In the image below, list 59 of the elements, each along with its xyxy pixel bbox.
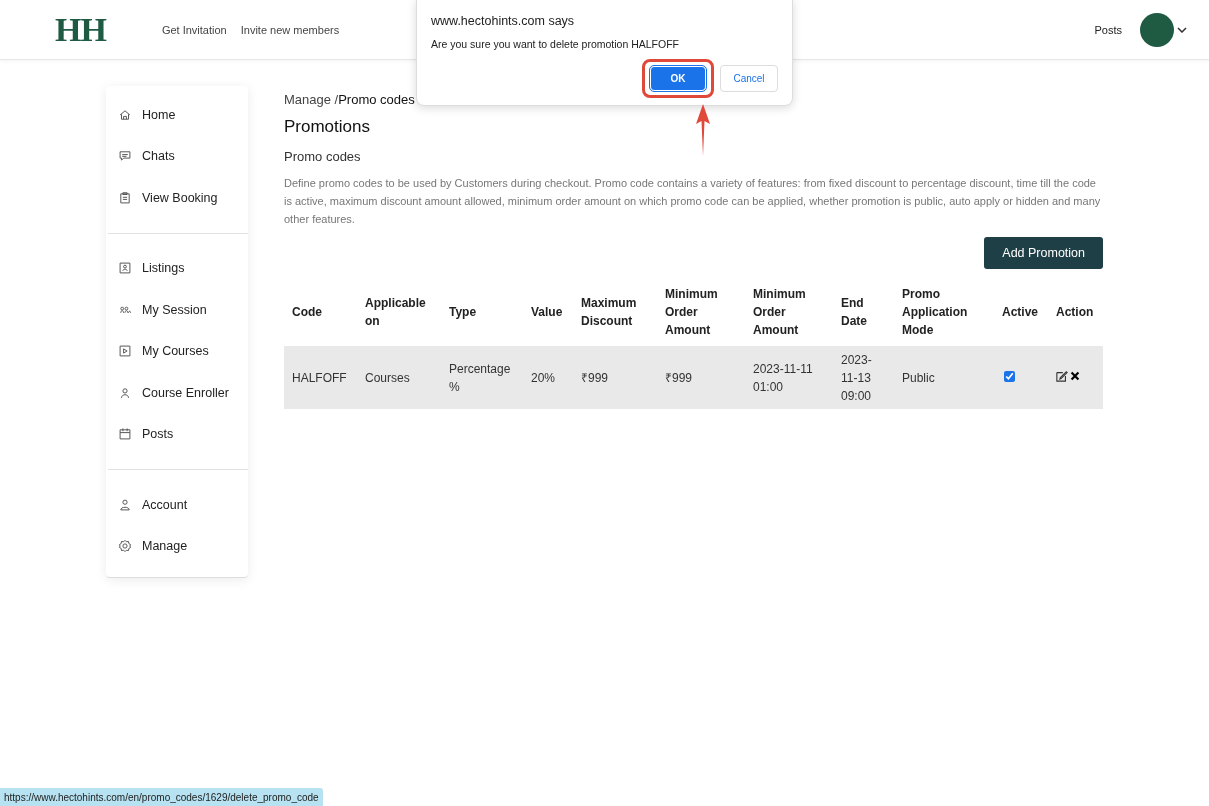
table-cell: HALFOFF: [292, 370, 347, 385]
delete-icon[interactable]: [1069, 369, 1081, 382]
breadcrumb-link[interactable]: Manage /: [284, 92, 339, 107]
nav-link[interactable]: Invite new members: [240, 23, 340, 36]
play-icon: [118, 344, 132, 359]
column-header: End Date: [841, 296, 867, 328]
table-cell: Percentage %: [449, 361, 511, 394]
chat-icon: [118, 149, 132, 164]
column-header: Type: [449, 305, 477, 319]
gear-icon: [118, 539, 132, 554]
dialog-message: Are you sure you want to delete promotion HALFOFF: [431, 38, 681, 50]
nav-link[interactable]: Get Invitation: [161, 23, 227, 36]
column-header: Value: [531, 305, 563, 319]
calendar-icon: [118, 427, 132, 442]
sidebar-item[interactable]: Posts: [106, 413, 248, 455]
edit-icon[interactable]: [1056, 369, 1068, 382]
column-header: Code: [292, 305, 322, 319]
status-url: https://www.hectohints.com/en/promo_codes/1629/delete_promo_code: [0, 788, 323, 806]
table-cell: ₹999: [581, 370, 609, 385]
sidebar-item[interactable]: Home: [106, 94, 248, 136]
active-checkbox[interactable]: [1004, 370, 1015, 382]
column-header: Minimum Order Amount: [753, 287, 806, 337]
sidebar-item[interactable]: My Session: [106, 289, 248, 331]
description: Define promo codes to be used by Customers during checkout. Promo code contains a variety of features: from fixed discount to percentage discount, time till the code is active, maximum discount amount allowed, minimum order amount on which promo code can be applied, whether promotion is public, auto apply or hidden and many other features.: [284, 176, 1102, 227]
avatar[interactable]: [1140, 12, 1174, 47]
dialog-title: www.hectohints.com says: [431, 14, 576, 28]
person-icon: [118, 497, 132, 512]
sidebar-item[interactable]: Chats: [106, 135, 248, 177]
table-cell: 20%: [531, 370, 556, 385]
breadcrumb-current: Promo codes: [338, 92, 415, 107]
table-cell: 2023-11-11 01:00: [753, 361, 813, 394]
table-cell: 2023-11-13 09:00: [841, 352, 872, 403]
add-promotion-button[interactable]: Add Promotion: [984, 237, 1103, 269]
table-cell: Public: [902, 370, 935, 385]
id-card-icon: [118, 261, 132, 276]
column-header: Applicable on: [365, 296, 426, 328]
column-header: Active: [1002, 305, 1039, 319]
column-header: Promo Application Mode: [902, 287, 968, 337]
home-icon: [118, 107, 132, 122]
sidebar-item[interactable]: Course Enroller: [106, 372, 248, 414]
nav-link[interactable]: Posts: [1094, 23, 1122, 36]
page-title: Promotions: [284, 117, 371, 137]
sidebar-item[interactable]: Listings: [106, 247, 248, 289]
table-cell: ₹999: [665, 370, 693, 385]
sidebar-item[interactable]: My Courses: [106, 330, 248, 372]
sidebar-item[interactable]: Manage: [106, 525, 248, 567]
column-header: Action: [1056, 305, 1094, 319]
ok-button[interactable]: OK: [650, 66, 706, 91]
cancel-button[interactable]: Cancel: [720, 65, 778, 92]
clipboard-icon: [118, 190, 132, 205]
column-header: Maximum Discount: [581, 296, 637, 328]
column-header: Minimum Order Amount: [665, 287, 718, 337]
caret-icon[interactable]: [1177, 26, 1187, 33]
table-cell: Courses: [365, 370, 410, 385]
person-icon: [118, 385, 132, 400]
sidebar-item[interactable]: Account: [106, 484, 248, 526]
section-title: Promo codes: [284, 149, 362, 164]
logo[interactable]: HH: [55, 10, 106, 49]
sidebar-item[interactable]: View Booking: [106, 177, 248, 219]
